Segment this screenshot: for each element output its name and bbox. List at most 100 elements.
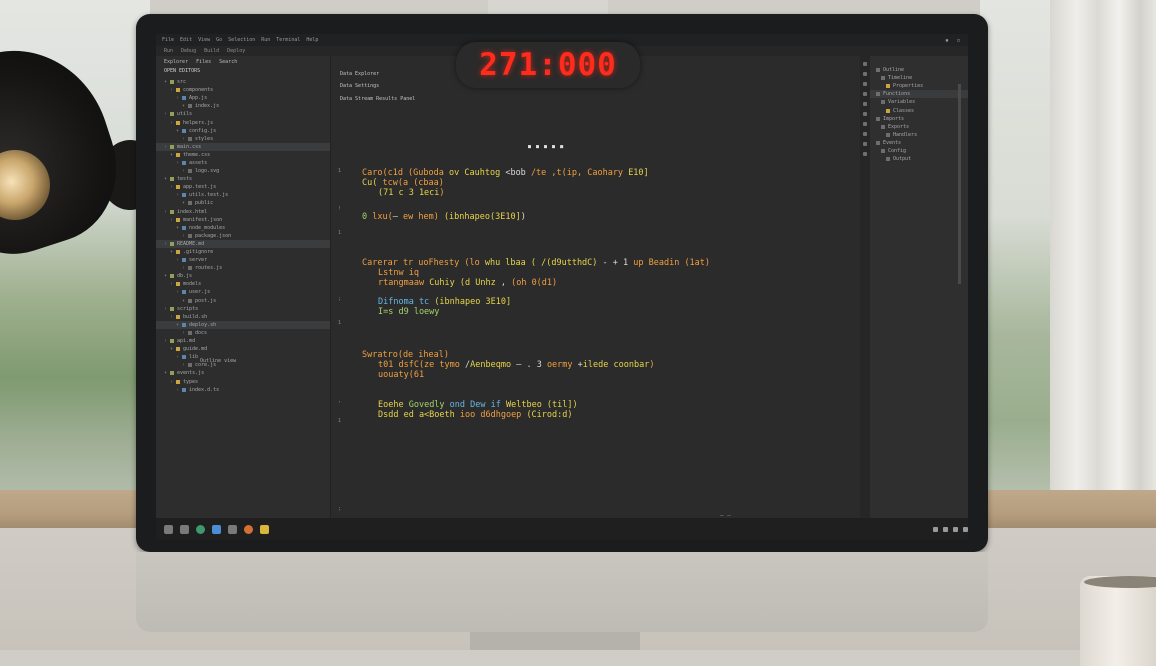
- tree-item[interactable]: › user.js: [156, 288, 330, 296]
- chevron-icon[interactable]: ▾: [170, 152, 173, 158]
- chevron-icon[interactable]: ›: [176, 354, 179, 360]
- tree-item[interactable]: › models: [156, 280, 330, 288]
- chevron-icon[interactable]: ▾: [170, 346, 173, 352]
- explorer-footer[interactable]: Outline view: [200, 358, 236, 364]
- activity-icon[interactable]: [863, 122, 867, 126]
- chevron-icon[interactable]: ›: [164, 144, 167, 150]
- activity-icon[interactable]: [863, 92, 867, 96]
- chevron-icon[interactable]: ▾: [164, 370, 167, 376]
- battery-icon[interactable]: [953, 526, 958, 532]
- tree-item[interactable]: › helpers.js: [156, 118, 330, 126]
- tree-item[interactable]: › routes.js: [156, 264, 330, 272]
- chevron-icon[interactable]: ›: [182, 168, 185, 174]
- tree-item[interactable]: ▾ .gitignore: [156, 248, 330, 256]
- chevron-icon[interactable]: ›: [170, 184, 173, 190]
- activity-icon[interactable]: [863, 82, 867, 86]
- chevron-icon[interactable]: ›: [176, 95, 179, 101]
- tree-item[interactable]: ▾ tests: [156, 175, 330, 183]
- maximize-icon[interactable]: ▫: [957, 37, 961, 44]
- chevron-icon[interactable]: ›: [164, 241, 167, 247]
- activity-icon[interactable]: [863, 132, 867, 136]
- chevron-icon[interactable]: ▾: [164, 273, 167, 279]
- tree-item[interactable]: › index.d.ts: [156, 386, 330, 394]
- editor-app-icon[interactable]: [212, 524, 221, 534]
- tree-item[interactable]: › App.js: [156, 94, 330, 102]
- tree-item[interactable]: ▾ deploy.sh: [156, 320, 330, 329]
- tab-explorer[interactable]: Explorer: [164, 59, 188, 65]
- chevron-icon[interactable]: ›: [170, 281, 173, 287]
- activity-icon[interactable]: [863, 102, 867, 106]
- tree-item[interactable]: › app.test.js: [156, 183, 330, 191]
- tree-item[interactable]: › core.js: [156, 361, 330, 369]
- menu-terminal[interactable]: Terminal: [276, 37, 300, 43]
- tree-item[interactable]: › package.json: [156, 232, 330, 240]
- chevron-icon[interactable]: ▾: [182, 298, 185, 304]
- tree-item[interactable]: › api.md: [156, 337, 330, 345]
- activity-icon[interactable]: [863, 72, 867, 76]
- notes-icon[interactable]: [260, 524, 269, 534]
- tree-item[interactable]: › lib: [156, 353, 330, 361]
- tree-item[interactable]: › types: [156, 377, 330, 385]
- folder-icon[interactable]: [180, 524, 189, 534]
- tree-item[interactable]: › logo.svg: [156, 167, 330, 175]
- outline-item[interactable]: Imports: [870, 115, 968, 123]
- volume-icon[interactable]: [943, 526, 948, 532]
- activity-icon[interactable]: [863, 152, 867, 156]
- chevron-icon[interactable]: ▾: [176, 128, 179, 134]
- toolbar-run[interactable]: Run: [164, 48, 173, 54]
- outline-item[interactable]: Config: [870, 147, 968, 155]
- chevron-icon[interactable]: ›: [176, 257, 179, 263]
- tab-files[interactable]: Files: [196, 59, 211, 65]
- tree-item[interactable]: ▾ index.js: [156, 102, 330, 110]
- tree-item[interactable]: ▾ db.js: [156, 272, 330, 280]
- toolbar-build[interactable]: Build: [204, 48, 219, 54]
- outline-item[interactable]: Output: [870, 155, 968, 163]
- chevron-icon[interactable]: ▾: [164, 79, 167, 85]
- tree-item[interactable]: › utils.test.js: [156, 191, 330, 199]
- chevron-icon[interactable]: ▾: [170, 249, 173, 255]
- menu-edit[interactable]: Edit: [180, 37, 192, 43]
- menu-view[interactable]: View: [198, 37, 210, 43]
- outline-item[interactable]: Exports: [870, 123, 968, 131]
- tree-item[interactable]: › styles: [156, 135, 330, 143]
- chevron-icon[interactable]: ›: [164, 209, 167, 215]
- chevron-icon[interactable]: ›: [170, 120, 173, 126]
- tree-item[interactable]: › build.sh: [156, 313, 330, 321]
- outline-item[interactable]: Timeline: [870, 74, 968, 82]
- tree-item[interactable]: › utils: [156, 110, 330, 118]
- tab-search[interactable]: Search: [219, 59, 237, 65]
- chevron-icon[interactable]: ▾: [182, 103, 185, 109]
- minimize-icon[interactable]: ▪: [945, 37, 949, 44]
- start-icon[interactable]: [164, 524, 173, 534]
- tree-item[interactable]: › docs: [156, 329, 330, 337]
- tree-item[interactable]: ▾ theme.css: [156, 151, 330, 159]
- tree-item[interactable]: ▾ public: [156, 199, 330, 207]
- menu-file[interactable]: File: [162, 37, 174, 43]
- chevron-icon[interactable]: ›: [182, 233, 185, 239]
- chevron-icon[interactable]: ›: [170, 217, 173, 223]
- tree-item[interactable]: › manifest.json: [156, 216, 330, 224]
- outline-item[interactable]: Outline: [870, 66, 968, 74]
- menu-help[interactable]: Help: [306, 37, 318, 43]
- outline-item[interactable]: Classes: [870, 106, 968, 114]
- tree-item[interactable]: ▾ node_modules: [156, 224, 330, 232]
- scrollbar[interactable]: [958, 84, 961, 284]
- toolbar-debug[interactable]: Debug: [181, 48, 196, 54]
- tree-item[interactable]: › server: [156, 256, 330, 264]
- code-editor[interactable]: Data Explorer Data Settings Data Stream …: [332, 56, 860, 519]
- tree-item[interactable]: ▾ guide.md: [156, 345, 330, 353]
- tree-item[interactable]: ▾ src: [156, 78, 330, 86]
- tree-item[interactable]: ▾ post.js: [156, 297, 330, 305]
- chevron-icon[interactable]: ›: [182, 265, 185, 271]
- chevron-icon[interactable]: ›: [164, 338, 167, 344]
- activity-icon[interactable]: [863, 142, 867, 146]
- menu-selection[interactable]: Selection: [228, 37, 255, 43]
- chevron-icon[interactable]: ›: [176, 160, 179, 166]
- chevron-icon[interactable]: ›: [170, 379, 173, 385]
- notification-icon[interactable]: [963, 526, 968, 532]
- toolbar-deploy[interactable]: Deploy: [227, 48, 245, 54]
- chevron-icon[interactable]: ›: [170, 314, 173, 320]
- chevron-icon[interactable]: ›: [164, 111, 167, 117]
- tree-item[interactable]: › README.md: [156, 239, 330, 248]
- chevron-icon[interactable]: ›: [176, 387, 179, 393]
